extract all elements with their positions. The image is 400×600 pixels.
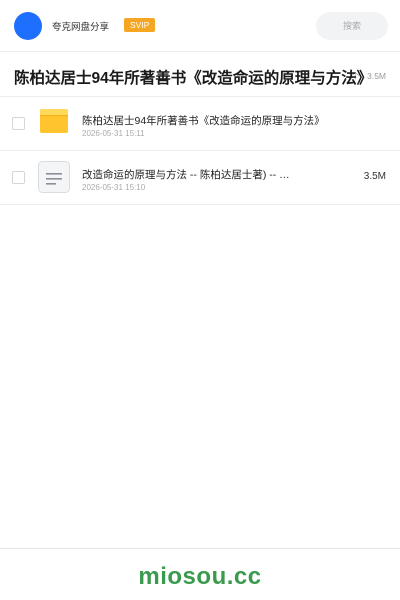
checkbox[interactable] (12, 171, 25, 184)
share-page: 夸克网盘分享 SVIP 个 · 3.5M 陈柏达居士94年所著善书《改造命运的原… (0, 0, 400, 600)
folder-icon (40, 109, 68, 133)
title-bar: 个 · 3.5M 陈柏达居士94年所著善书《改造命运的原理与方法》 (0, 53, 400, 97)
file-name: 改造命运的原理与方法 -- 陈柏达居士著) -- … (82, 169, 290, 181)
file-size: 3.5M (363, 171, 386, 182)
footer: miosou.cc (0, 548, 400, 600)
checkbox[interactable] (12, 117, 25, 130)
search-input[interactable] (316, 12, 388, 40)
file-date: 2026-05-31 15:11 (82, 129, 145, 138)
page-title: 陈柏达居士94年所著善书《改造命运的原理与方法》 (14, 70, 373, 87)
file-row[interactable]: 陈柏达居士94年所著善书《改造命运的原理与方法》 2026-05-31 15:1… (0, 97, 400, 151)
site-watermark: miosou.cc (138, 563, 262, 590)
file-date: 2026-05-31 15:10 (82, 183, 146, 192)
username: 夸克网盘分享 (52, 22, 110, 33)
svip-badge: SVIP (124, 18, 156, 32)
document-icon (38, 161, 70, 193)
avatar[interactable] (14, 12, 42, 40)
file-name: 陈柏达居士94年所著善书《改造命运的原理与方法》 (82, 115, 325, 127)
header: 夸克网盘分享 SVIP (0, 0, 400, 52)
file-row[interactable]: 改造命运的原理与方法 -- 陈柏达居士著) -- … 2026-05-31 15… (0, 151, 400, 205)
